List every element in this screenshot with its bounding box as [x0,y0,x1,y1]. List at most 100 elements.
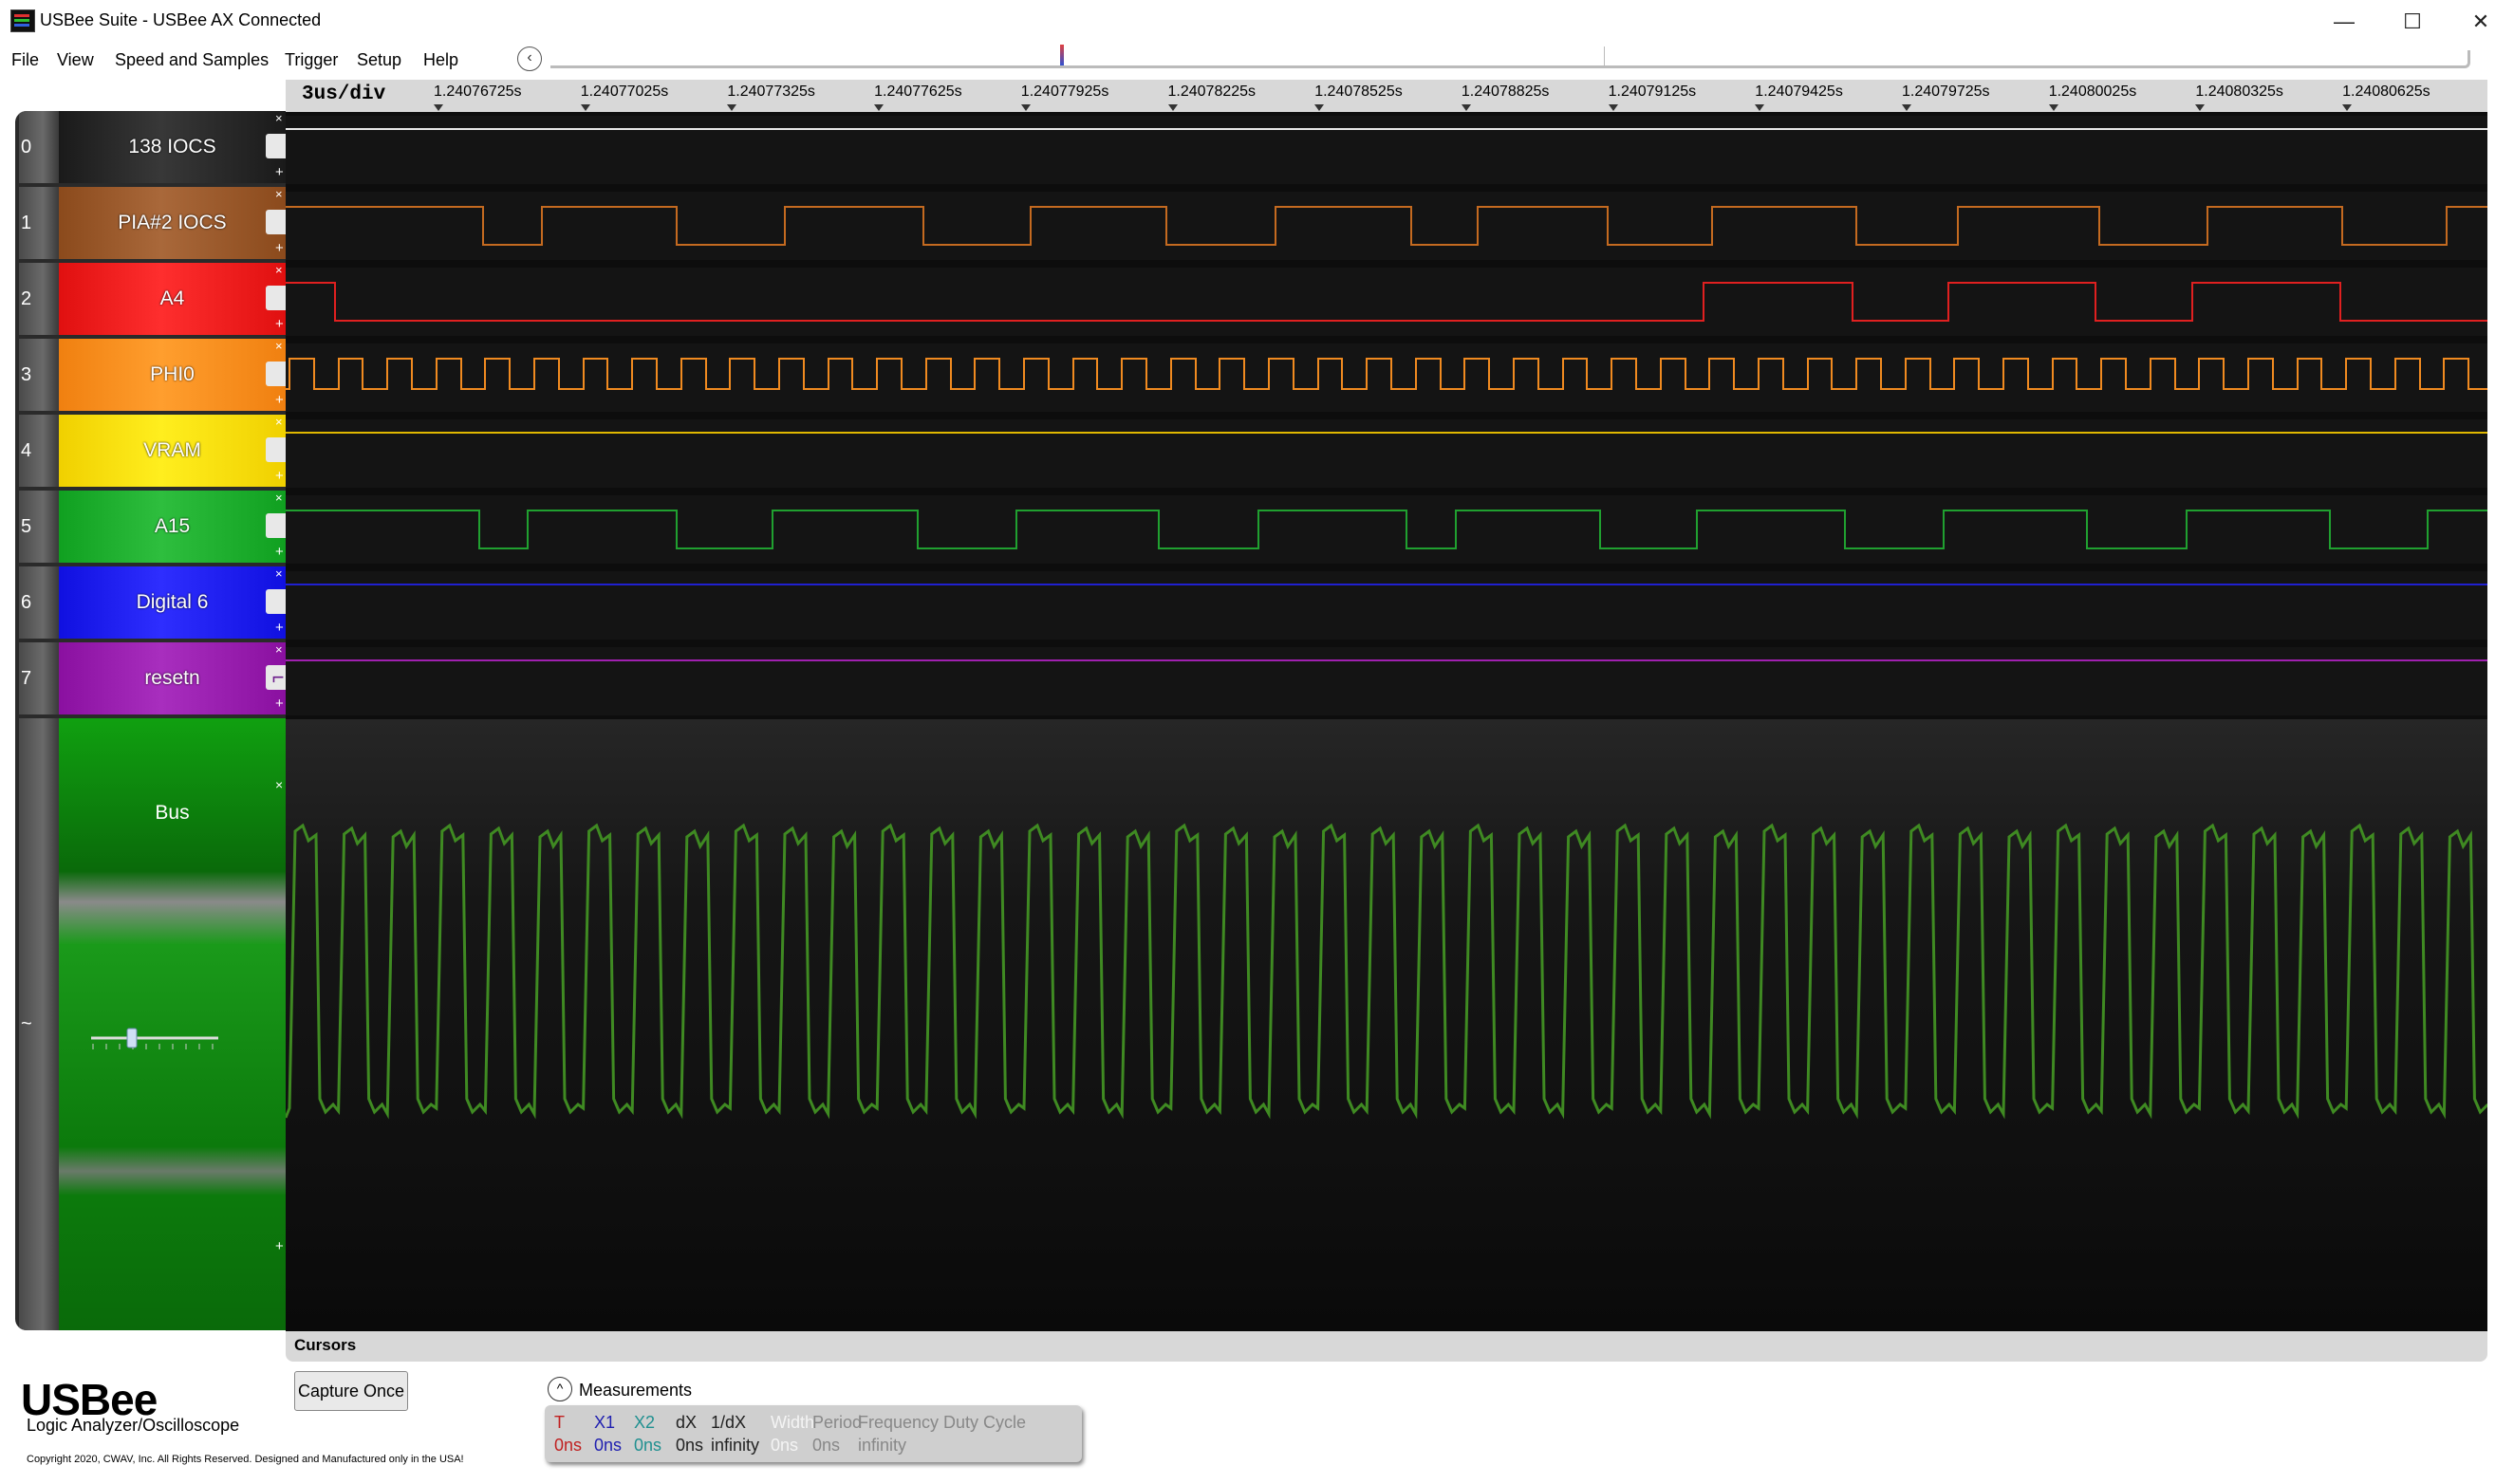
channel-row[interactable]: 7 resetn × + ⌐ [15,642,286,714]
measurement-frequency: Frequency infinity [858,1411,939,1456]
channel-trigger-checkbox[interactable] [266,362,286,386]
channel-row[interactable]: 3 PHI0 × + [15,339,286,411]
measurement-value: 0ns [676,1436,704,1455]
ruler-tick-mark [2195,104,2206,111]
bus-waveform-trace [286,823,2487,1120]
remove-channel-icon[interactable]: × [275,339,283,353]
channel-name[interactable]: Digital 6 [59,566,286,639]
ruler-tick-mark [580,104,590,111]
measurement-period: Period 0ns [812,1411,862,1456]
channel-trigger-checkbox[interactable] [266,286,286,310]
waveform-row-background [286,495,2487,564]
ruler-tick-label: 1.24077925s [1020,83,1109,100]
close-button[interactable]: ✕ [2452,6,2509,38]
channel-number: 7 [19,642,59,714]
chevron-left-icon[interactable]: ‹ [517,46,542,71]
ruler-tick-mark [1167,104,1178,111]
channel-label-panel: resetn × + ⌐ [59,642,286,714]
remove-channel-icon[interactable]: × [275,187,283,201]
ruler-tick-label: 1.24079725s [1902,83,1990,100]
menu-trigger[interactable]: Trigger [285,46,338,74]
measurement-label: 1/dX [711,1413,747,1432]
menu-view[interactable]: View [57,46,94,74]
waveform-row-background [286,571,2487,640]
channel-name[interactable]: A15 [59,491,286,563]
ruler-tick-mark [1755,104,1765,111]
add-channel-icon[interactable]: + [275,468,284,484]
waveform-row-background [286,419,2487,488]
channel-label-panel: A4 × + [59,263,286,335]
add-channel-icon[interactable]: + [275,620,284,636]
channel-list: 0 138 IOCS × +1 PIA#2 IOCS × +2 A4 × +3 PHI0 × +4 VRA… [15,111,286,1330]
ruler-tick-label: 1.24079125s [1608,83,1697,100]
channel-trigger-checkbox[interactable] [266,437,286,462]
bus-name: Bus [155,802,190,824]
add-channel-icon[interactable]: + [275,240,284,256]
channel-label-panel: PHI0 × + [59,339,286,411]
channel-label-panel: PIA#2 IOCS × + [59,187,286,259]
remove-channel-icon[interactable]: × [275,642,283,657]
bus-amplitude-slider[interactable] [87,1025,222,1053]
add-channel-icon[interactable]: + [275,316,284,332]
add-channel-icon[interactable]: + [275,696,284,712]
bus-remove-icon[interactable]: × [275,777,283,792]
measurement-value: 0ns [554,1436,583,1455]
channel-trigger-checkbox[interactable] [266,210,286,234]
digital-waveforms [286,116,2487,715]
falling-edge-trigger-icon[interactable]: ⌐ [266,665,286,690]
remove-channel-icon[interactable]: × [275,566,283,581]
channel-number: 3 [19,339,59,411]
menu-speed-and-samples[interactable]: Speed and Samples [115,46,269,74]
channel-number: 0 [19,111,59,183]
chevron-up-icon[interactable]: ^ [548,1377,572,1401]
add-channel-icon[interactable]: + [275,544,284,560]
channel-name[interactable]: 138 IOCS [59,111,286,183]
measurement-t: T 0ns [554,1411,582,1456]
ruler-tick-mark [874,104,885,111]
minimize-button[interactable]: — [2316,6,2373,38]
maximize-button[interactable]: ☐ [2384,6,2441,38]
channel-name[interactable]: resetn [59,642,286,714]
capture-once-button[interactable]: Capture Once [294,1371,408,1411]
channel-name[interactable]: PIA#2 IOCS [59,187,286,259]
window-title: USBee Suite - USBee AX Connected [40,10,322,29]
measurement-1-dx: 1/dX infinity [711,1411,759,1456]
bus-add-icon[interactable]: + [275,1238,284,1254]
ruler-tick-label: 1.24078525s [1314,83,1403,100]
remove-channel-icon[interactable]: × [275,111,283,125]
channel-number: 2 [19,263,59,335]
channel-number: 1 [19,187,59,259]
channel-name[interactable]: A4 [59,263,286,335]
channel-row[interactable]: 4 VRAM × + [15,415,286,487]
measurement-value: 0ns [812,1436,841,1455]
channel-row[interactable]: 2 A4 × + [15,263,286,335]
menu-setup[interactable]: Setup [357,46,401,74]
measurement-value: 0ns [594,1436,623,1455]
cursors-bar[interactable] [286,1331,2487,1362]
measurement-x1: X1 0ns [594,1411,622,1456]
remove-channel-icon[interactable]: × [275,415,283,429]
channel-row[interactable]: 0 138 IOCS × + [15,111,286,183]
add-channel-icon[interactable]: + [275,392,284,408]
waveform-row-background [286,343,2487,412]
bus-analog-waveform [286,823,2487,1120]
channel-row[interactable]: 1 PIA#2 IOCS × + [15,187,286,259]
channel-name[interactable]: VRAM [59,415,286,487]
channel-trigger-checkbox[interactable] [266,513,286,538]
remove-channel-icon[interactable]: × [275,491,283,505]
menu-file[interactable]: File [11,46,39,74]
ruler-tick-label: 1.24077025s [580,83,669,100]
capture-overview-scrollbar[interactable] [550,50,2470,68]
channel-row[interactable]: 6 Digital 6 × + [15,566,286,639]
channel-trigger-checkbox[interactable] [266,589,286,614]
channel-name[interactable]: PHI0 [59,339,286,411]
measurement-x2: X2 0ns [634,1411,661,1456]
channel-row[interactable]: 5 A15 × + [15,491,286,563]
remove-channel-icon[interactable]: × [275,263,283,277]
channel-trigger-checkbox[interactable] [266,134,286,158]
channel-number: 5 [19,491,59,563]
menu-help[interactable]: Help [423,46,458,74]
measurement-value: infinity [711,1436,760,1455]
add-channel-icon[interactable]: + [275,164,284,180]
overview-position-marker[interactable] [1060,45,1064,65]
